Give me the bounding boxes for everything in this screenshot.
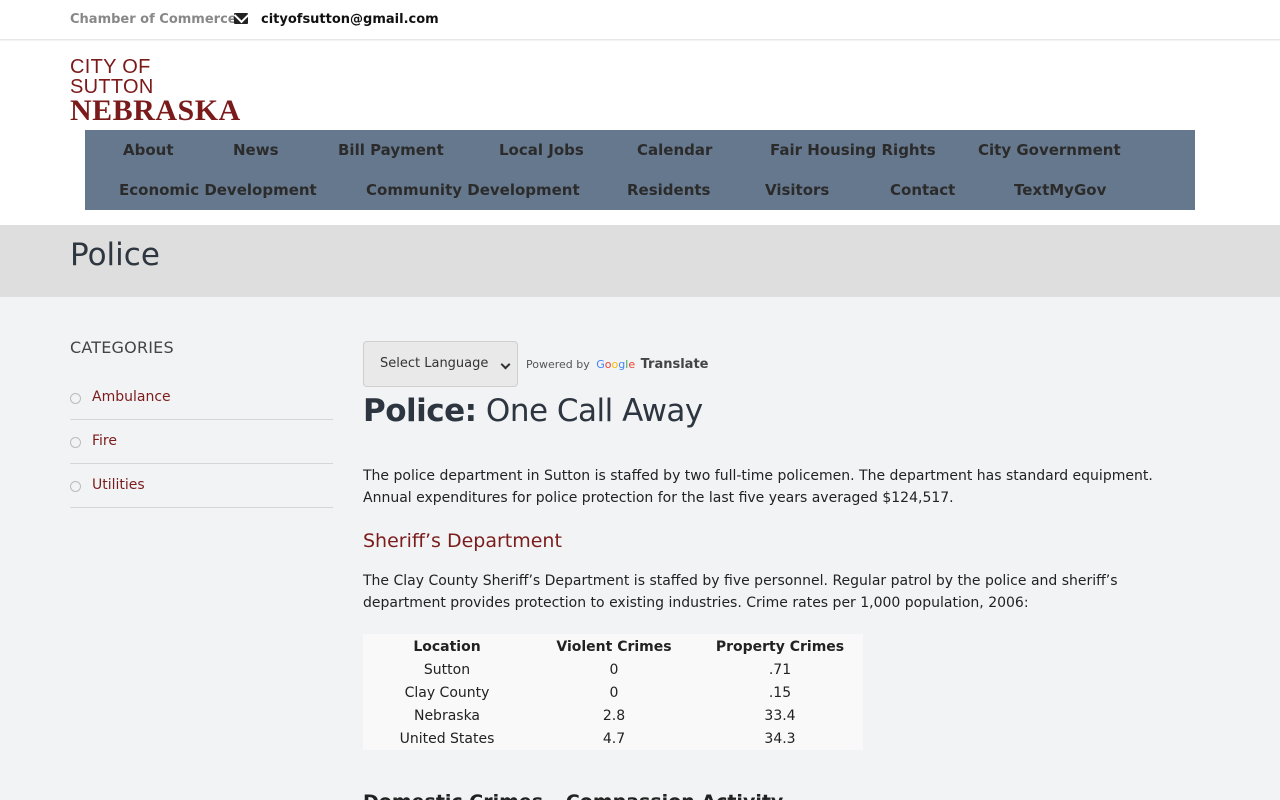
- nav-item-about[interactable]: About: [123, 141, 174, 159]
- table-row: Nebraska 2.8 33.4: [363, 704, 863, 727]
- table-cell: 0: [609, 661, 619, 678]
- chamber-link[interactable]: Chamber of Commerce: [70, 12, 237, 27]
- main-nav: About News Bill Payment Local Jobs Calen…: [85, 130, 1195, 210]
- top-bar: Chamber of Commerce cityofsutton@gmail.c…: [0, 0, 1280, 40]
- nav-item-bill-payment[interactable]: Bill Payment: [338, 141, 444, 159]
- table-cell: Clay County: [404, 684, 490, 701]
- table-row: United States 4.7 34.3: [363, 727, 863, 750]
- table-cell: 33.4: [764, 707, 796, 724]
- circle-bullet-icon: [70, 393, 81, 404]
- nav-item-visitors[interactable]: Visitors: [765, 181, 829, 199]
- category-link[interactable]: Fire: [92, 433, 117, 449]
- table-cell: Nebraska: [413, 707, 481, 724]
- category-item-ambulance[interactable]: Ambulance: [70, 376, 333, 420]
- circle-bullet-icon: [70, 481, 81, 492]
- next-section-heading: Domestic Crimes – Compassion Activity: [363, 791, 783, 800]
- table-cell: .71: [768, 661, 792, 678]
- table-cell: 2.8: [602, 707, 626, 724]
- nav-item-contact[interactable]: Contact: [890, 181, 955, 199]
- table-cell: Sutton: [423, 661, 471, 678]
- category-item-utilities[interactable]: Utilities: [70, 464, 333, 508]
- table-cell: 0: [609, 684, 619, 701]
- logo-line-1: CITY OF SUTTON: [70, 56, 154, 98]
- google-logo: Google: [596, 358, 636, 371]
- table-header: Location: [413, 639, 481, 655]
- table-cell: 34.3: [764, 730, 796, 747]
- envelope-icon: [234, 13, 248, 24]
- sidebar: CATEGORIES Ambulance Fire Utilities: [70, 338, 333, 508]
- sheriff-paragraph: The Clay County Sheriff’s Department is …: [363, 573, 1118, 611]
- nav-item-news[interactable]: News: [233, 141, 279, 159]
- headline-light: One Call Away: [476, 393, 703, 429]
- language-select-value: Select Language: [380, 356, 489, 371]
- police-paragraph: The police department in Sutton is staff…: [363, 468, 1153, 506]
- category-list: Ambulance Fire Utilities: [70, 376, 333, 508]
- translate-link[interactable]: Translate: [641, 357, 709, 372]
- language-select[interactable]: Select Language: [363, 341, 518, 387]
- table-cell: United States: [399, 730, 495, 747]
- categories-heading: CATEGORIES: [70, 338, 174, 357]
- crime-rates-table: Location Violent Crimes Property Crimes …: [363, 634, 863, 750]
- table-row: Clay County 0 .15: [363, 681, 863, 704]
- nav-item-economic-development[interactable]: Economic Development: [119, 181, 317, 199]
- category-link[interactable]: Utilities: [92, 477, 145, 493]
- table-cell: .15: [768, 684, 792, 701]
- table-header: Property Crimes: [715, 639, 845, 655]
- category-link[interactable]: Ambulance: [92, 389, 171, 405]
- nav-item-community-development[interactable]: Community Development: [366, 181, 580, 199]
- chevron-down-icon: [500, 359, 511, 370]
- nav-item-local-jobs[interactable]: Local Jobs: [499, 141, 584, 159]
- page-title-band: Police: [0, 225, 1280, 297]
- city-logo[interactable]: CITY OF SUTTON NEBRASKA: [70, 56, 241, 127]
- content-headline: Police: One Call Away: [363, 393, 703, 429]
- table-cell: 4.7: [602, 730, 626, 747]
- category-item-fire[interactable]: Fire: [70, 420, 333, 464]
- table-row: Sutton 0 .71: [363, 658, 863, 681]
- headline-strong: Police:: [363, 393, 477, 429]
- email-link[interactable]: cityofsutton@gmail.com: [261, 12, 439, 27]
- nav-item-fair-housing[interactable]: Fair Housing Rights: [770, 141, 936, 159]
- powered-by-google-translate: Powered by Google Translate: [526, 357, 708, 372]
- page-title: Police: [70, 237, 160, 273]
- nav-item-calendar[interactable]: Calendar: [637, 141, 712, 159]
- site-header: CITY OF SUTTON NEBRASKA About News Bill …: [0, 41, 1280, 225]
- nav-item-textmygov[interactable]: TextMyGov: [1014, 181, 1106, 199]
- powered-by-text: Powered by: [526, 358, 590, 371]
- table-header: Violent Crimes: [556, 639, 672, 655]
- circle-bullet-icon: [70, 437, 81, 448]
- logo-line-2: NEBRASKA: [70, 94, 241, 127]
- nav-item-city-government[interactable]: City Government: [978, 141, 1121, 159]
- sheriff-subheading: Sheriff’s Department: [363, 530, 562, 552]
- table-header-row: Location Violent Crimes Property Crimes: [363, 634, 863, 658]
- nav-item-residents[interactable]: Residents: [627, 181, 710, 199]
